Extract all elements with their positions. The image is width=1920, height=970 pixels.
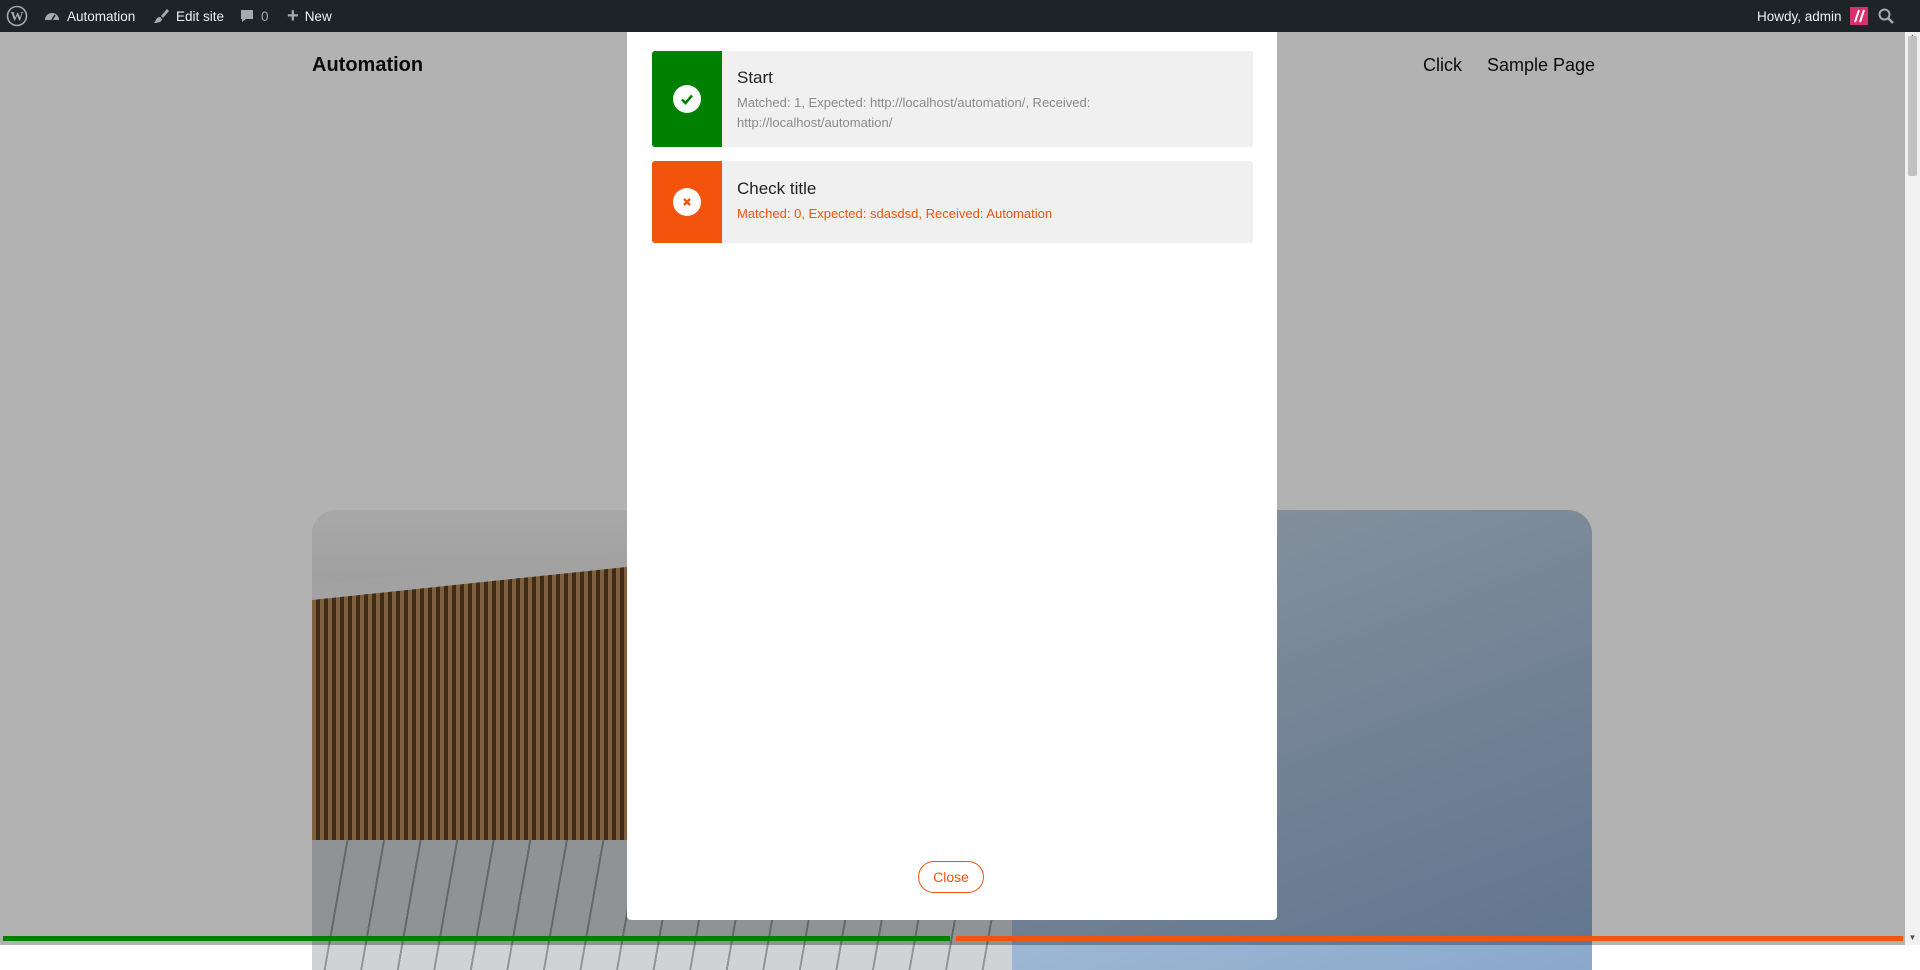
admin-search-button[interactable] — [1877, 0, 1895, 32]
site-name-menu[interactable]: Automation — [43, 0, 135, 32]
plus-icon: + — [287, 4, 299, 27]
scroll-thumb[interactable] — [1908, 36, 1917, 176]
progress-passed-segment — [3, 936, 950, 941]
result-title: Check title — [737, 179, 817, 198]
search-icon — [1877, 7, 1895, 25]
comments-menu[interactable]: 0 — [239, 0, 269, 32]
greeting-label: Howdy, admin — [1757, 8, 1842, 24]
check-icon — [673, 85, 701, 113]
result-status-pass — [652, 51, 722, 147]
edit-site-label: Edit site — [176, 8, 225, 24]
result-item: Check title Matched: 0, Expected: sdasds… — [652, 161, 1253, 243]
page-scrollbar[interactable]: ▲ ▼ — [1905, 32, 1920, 945]
dashboard-icon — [43, 8, 61, 24]
new-content-menu[interactable]: + New — [287, 0, 332, 32]
result-status-fail — [652, 161, 722, 243]
svg-text:W: W — [11, 9, 24, 24]
site-name-label: Automation — [67, 8, 136, 24]
avatar — [1849, 7, 1868, 25]
brush-icon — [152, 7, 170, 25]
edit-site-menu[interactable]: Edit site — [152, 0, 224, 32]
my-account-menu[interactable]: Howdy, admin — [1757, 0, 1868, 32]
new-label: New — [304, 8, 332, 24]
progress-failed-segment — [956, 936, 1903, 941]
admin-bar: W Automation Edit site 0 + New Howdy, ad… — [0, 0, 1920, 32]
results-modal: Start Matched: 1, Expected: http://local… — [627, 25, 1277, 920]
result-detail: Matched: 0, Expected: sdasdsd, Received:… — [737, 206, 1053, 221]
comments-count: 0 — [261, 8, 269, 24]
result-title: Start — [737, 68, 773, 87]
test-progress-bar — [0, 936, 1905, 942]
result-item: Start Matched: 1, Expected: http://local… — [652, 51, 1253, 147]
scroll-down-arrow-icon[interactable]: ▼ — [1905, 933, 1920, 945]
close-button[interactable]: Close — [918, 861, 984, 893]
wordpress-logo-button[interactable]: W — [6, 0, 28, 32]
result-detail: Matched: 1, Expected: http://localhost/a… — [737, 95, 1091, 130]
comment-bubble-icon — [239, 8, 255, 24]
x-icon — [673, 188, 701, 216]
wordpress-logo-icon: W — [6, 5, 28, 27]
